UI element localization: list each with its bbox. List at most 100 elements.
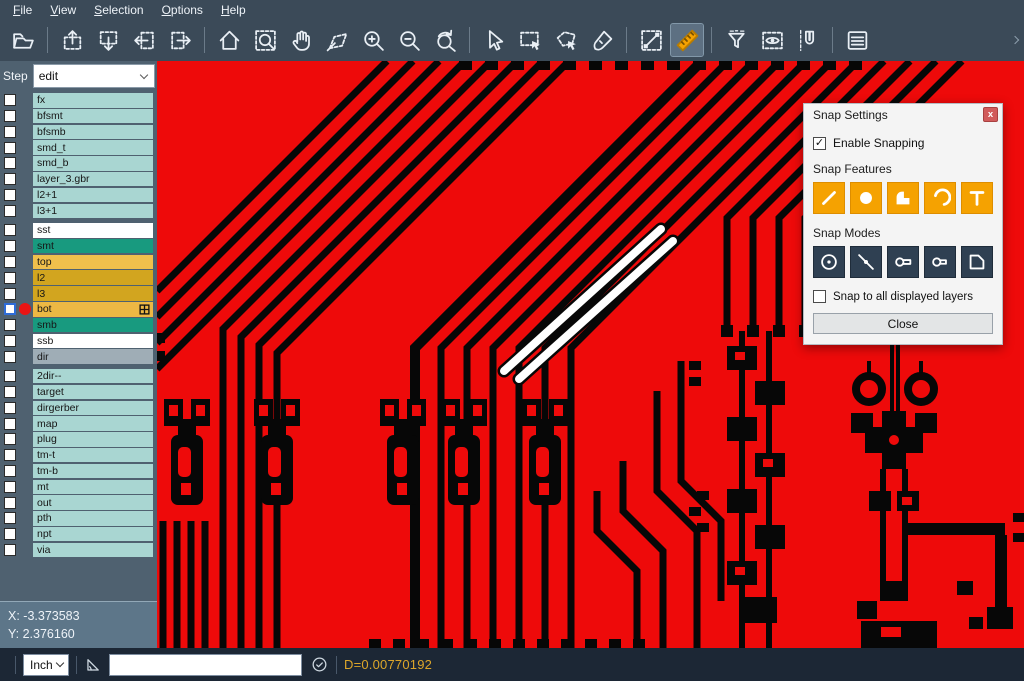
layer-row-l3[interactable]: l3 <box>0 286 157 301</box>
paint-select-button[interactable] <box>586 24 618 56</box>
layer-row-plug[interactable]: plug <box>0 432 157 447</box>
layer-visibility-checkbox[interactable] <box>4 110 16 122</box>
layer-visibility-checkbox[interactable] <box>4 94 16 106</box>
pan-right-button[interactable] <box>164 24 196 56</box>
layer-label[interactable]: ssb <box>33 334 153 349</box>
snap-mode-slot-end[interactable] <box>924 246 956 278</box>
layer-row-smd_t[interactable]: smd_t <box>0 140 157 155</box>
all-layers-checkbox[interactable] <box>813 290 826 303</box>
enable-snapping-checkbox[interactable]: ✓ <box>813 137 826 150</box>
layer-label[interactable]: l3 <box>33 286 153 301</box>
layer-row-2dir--[interactable]: 2dir-- <box>0 369 157 384</box>
layer-label[interactable]: l2 <box>33 270 153 285</box>
snap-mode-point-on-line[interactable] <box>850 246 882 278</box>
layer-label[interactable]: map <box>33 416 153 431</box>
home-view-button[interactable] <box>213 24 245 56</box>
layer-row-target[interactable]: target <box>0 385 157 400</box>
toolbar-overflow-icon[interactable] <box>1012 34 1018 46</box>
layer-visibility-checkbox[interactable] <box>4 335 16 347</box>
layer-label[interactable]: plug <box>33 432 153 447</box>
layer-label[interactable]: bfsmt <box>33 109 153 124</box>
layer-label[interactable]: dir <box>33 349 153 364</box>
pan-hand-button[interactable] <box>285 24 317 56</box>
open-file-button[interactable] <box>7 24 39 56</box>
snap-feature-surface[interactable] <box>887 182 919 214</box>
layer-label[interactable]: sst <box>33 223 153 238</box>
layer-label[interactable]: smd_t <box>33 140 153 155</box>
measure-line-button[interactable] <box>635 24 667 56</box>
layer-visibility-checkbox[interactable] <box>4 189 16 201</box>
menu-file[interactable]: File <box>4 1 41 19</box>
angle-measure-icon[interactable] <box>84 655 103 674</box>
snap-magnet-button[interactable] <box>792 24 824 56</box>
layer-visibility-checkbox[interactable] <box>4 449 16 461</box>
layer-label[interactable]: tm-t <box>33 448 153 463</box>
layer-visibility-checkbox[interactable] <box>4 528 16 540</box>
layer-row-top[interactable]: top <box>0 255 157 270</box>
layer-row-smb[interactable]: smb <box>0 318 157 333</box>
layer-visibility-checkbox[interactable] <box>4 465 16 477</box>
layer-row-npt[interactable]: npt <box>0 527 157 542</box>
layer-label[interactable]: bfsmb <box>33 125 153 140</box>
layer-label[interactable]: dirgerber <box>33 401 153 416</box>
layer-visibility-checkbox[interactable] <box>4 173 16 185</box>
select-polygon-button[interactable] <box>550 24 582 56</box>
layer-row-via[interactable]: via <box>0 543 157 558</box>
filter-button[interactable] <box>720 24 752 56</box>
layer-visibility-checkbox[interactable] <box>4 544 16 556</box>
zoom-in-button[interactable] <box>357 24 389 56</box>
layer-visibility-checkbox[interactable] <box>4 256 16 268</box>
layer-label[interactable]: mt <box>33 480 153 495</box>
layer-row-l2+1[interactable]: l2+1 <box>0 188 157 203</box>
snap-mode-center[interactable] <box>813 246 845 278</box>
layer-label[interactable]: target <box>33 385 153 400</box>
close-button[interactable]: Close <box>813 313 993 334</box>
layer-label[interactable]: smd_b <box>33 156 153 171</box>
select-arrow-button[interactable] <box>478 24 510 56</box>
layer-visibility-checkbox[interactable] <box>4 303 16 315</box>
layer-row-mt[interactable]: mt <box>0 480 157 495</box>
layer-visibility-checkbox[interactable] <box>4 205 16 217</box>
apply-check-icon[interactable] <box>310 655 329 674</box>
layer-visibility-checkbox[interactable] <box>4 351 16 363</box>
command-input[interactable] <box>109 654 302 676</box>
layer-visibility-checkbox[interactable] <box>4 157 16 169</box>
layer-visibility-checkbox[interactable] <box>4 142 16 154</box>
unit-select[interactable]: Inch <box>23 654 69 676</box>
layer-label[interactable]: fx <box>33 93 153 108</box>
layer-label[interactable]: out <box>33 495 153 510</box>
layer-row-smt[interactable]: smt <box>0 239 157 254</box>
snap-feature-pad[interactable] <box>850 182 882 214</box>
pan-left-button[interactable] <box>128 24 160 56</box>
layer-label[interactable]: pth <box>33 511 153 526</box>
layer-visibility-checkbox[interactable] <box>4 512 16 524</box>
layer-visibility-checkbox[interactable] <box>4 288 16 300</box>
menu-selection[interactable]: Selection <box>85 1 152 19</box>
layer-visibility-checkbox[interactable] <box>4 497 16 509</box>
layer-row-l2[interactable]: l2 <box>0 270 157 285</box>
layer-row-ssb[interactable]: ssb <box>0 334 157 349</box>
layer-label[interactable]: 2dir-- <box>33 369 153 384</box>
zoom-previous-button[interactable] <box>429 24 461 56</box>
layer-label[interactable]: top <box>33 255 153 270</box>
layer-visibility-checkbox[interactable] <box>4 240 16 252</box>
layer-row-out[interactable]: out <box>0 495 157 510</box>
report-button[interactable] <box>841 24 873 56</box>
layer-label[interactable]: npt <box>33 527 153 542</box>
step-select[interactable]: edit <box>33 64 155 88</box>
zoom-polygon-button[interactable] <box>321 24 353 56</box>
layer-visibility-checkbox[interactable] <box>4 418 16 430</box>
layer-visibility-checkbox[interactable] <box>4 433 16 445</box>
layer-visibility-checkbox[interactable] <box>4 481 16 493</box>
layer-visibility-checkbox[interactable] <box>4 402 16 414</box>
layer-label[interactable]: tm-b <box>33 464 153 479</box>
layer-label[interactable]: smt <box>33 239 153 254</box>
layer-visibility-checkbox[interactable] <box>4 126 16 138</box>
layer-label[interactable]: bot <box>33 302 153 317</box>
layer-row-sst[interactable]: sst <box>0 223 157 238</box>
pan-down-button[interactable] <box>92 24 124 56</box>
snap-feature-line[interactable] <box>813 182 845 214</box>
layer-visibility-checkbox[interactable] <box>4 370 16 382</box>
snap-feature-arc[interactable] <box>924 182 956 214</box>
menu-view[interactable]: View <box>41 1 85 19</box>
